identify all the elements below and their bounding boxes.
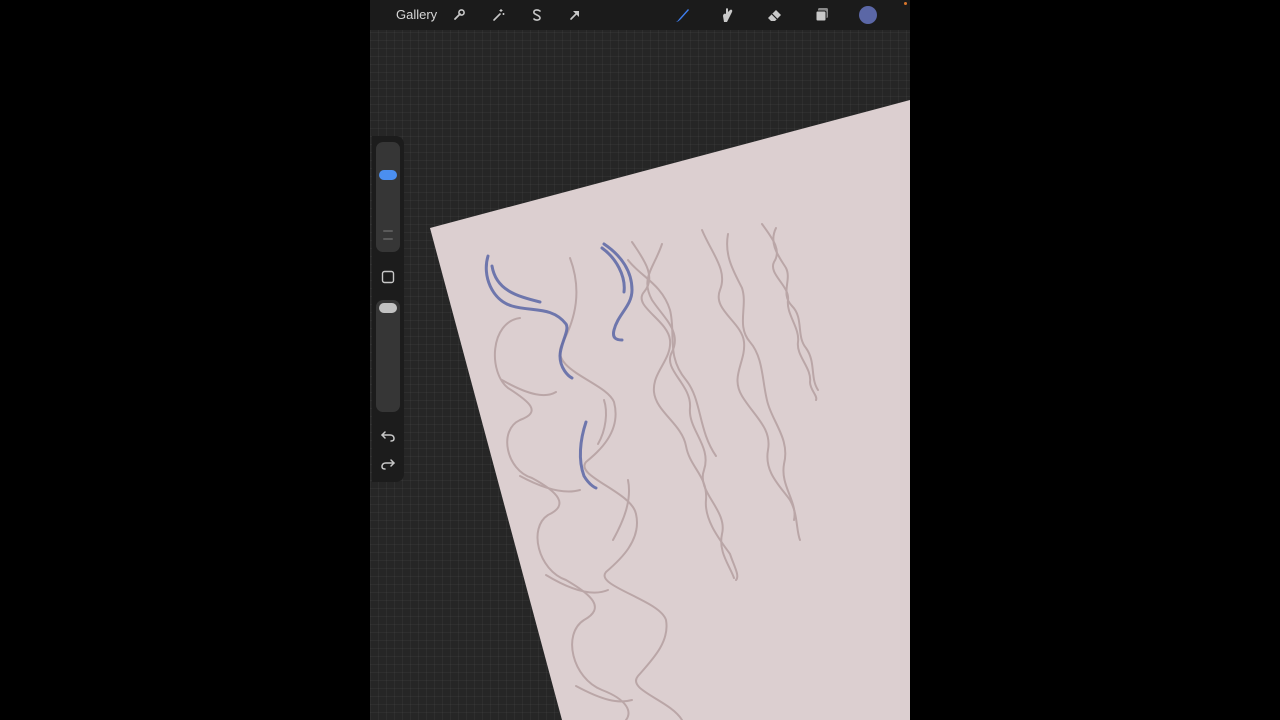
slider-grip (383, 238, 393, 240)
brush-opacity-thumb[interactable] (379, 303, 397, 313)
paper-sheet[interactable] (430, 100, 910, 720)
modify-square-icon[interactable] (378, 267, 398, 287)
wrench-icon[interactable] (449, 5, 469, 25)
drawing-canvas[interactable] (370, 0, 910, 720)
redo-icon[interactable] (378, 454, 398, 474)
layers-icon[interactable] (812, 5, 832, 25)
selection-s-icon[interactable] (527, 5, 547, 25)
brush-icon[interactable] (672, 5, 692, 25)
arrow-transform-icon[interactable] (565, 5, 585, 25)
sidebar (372, 136, 404, 482)
undo-icon[interactable] (378, 426, 398, 446)
brush-size-thumb[interactable] (379, 170, 397, 180)
smudge-icon[interactable] (718, 5, 738, 25)
top-toolbar: Gallery (370, 0, 910, 30)
magic-wand-icon[interactable] (488, 5, 508, 25)
procreate-app: Gallery (370, 0, 910, 720)
brush-opacity-slider[interactable] (376, 300, 400, 412)
slider-grip (383, 230, 393, 232)
color-picker-button[interactable] (859, 6, 877, 24)
status-dot (904, 2, 907, 5)
brush-size-slider[interactable] (376, 142, 400, 252)
eraser-icon[interactable] (765, 5, 785, 25)
gallery-button[interactable]: Gallery (396, 7, 437, 22)
